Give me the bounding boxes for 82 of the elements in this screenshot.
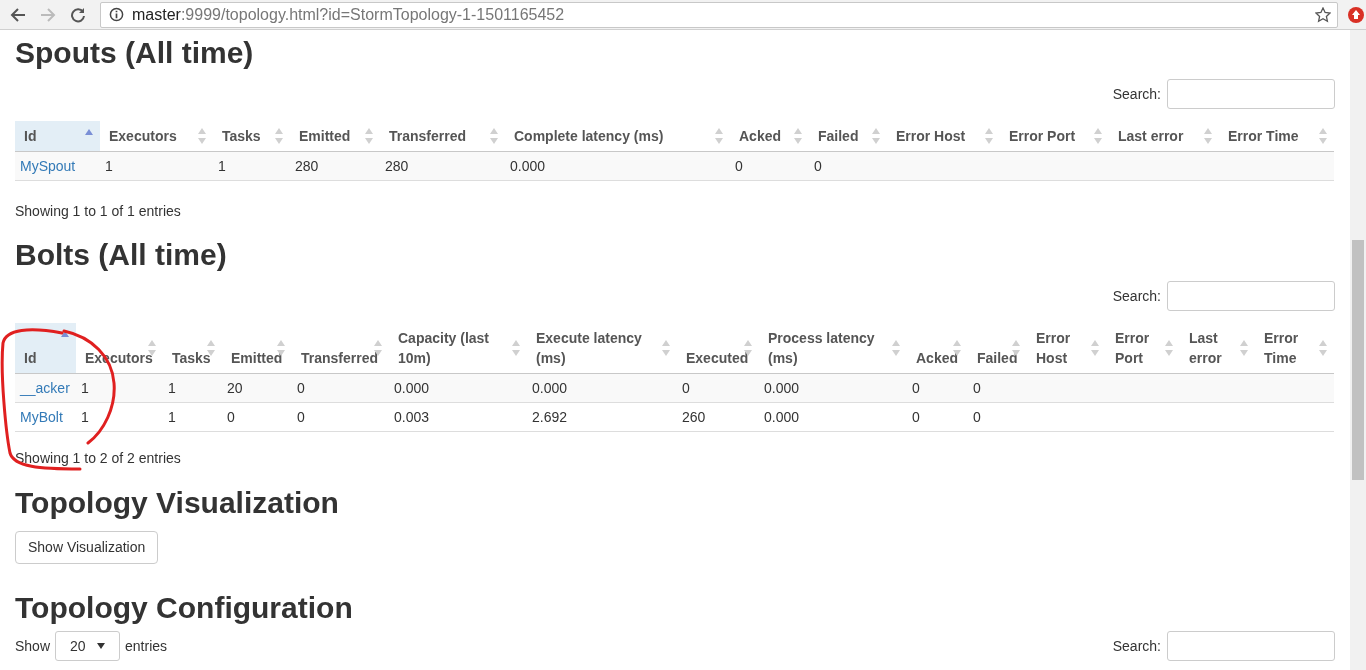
- table-cell: 260: [677, 402, 759, 432]
- table-cell: 20: [222, 373, 292, 403]
- table-cell: 280: [290, 151, 380, 181]
- entries-label: entries: [125, 636, 168, 656]
- address-bar[interactable]: master:9999/topology.html?id=StormTopology-1-1501165452: [100, 1, 1338, 28]
- column-header[interactable]: Process latency (ms): [759, 323, 907, 374]
- column-header[interactable]: Error Host: [1027, 323, 1106, 374]
- table-cell: 0.000: [505, 151, 730, 181]
- forward-icon[interactable]: [40, 6, 56, 23]
- caret-icon: [97, 643, 106, 649]
- table-cell: 2.692: [527, 402, 677, 432]
- section-heading: Topology Visualization: [15, 485, 340, 521]
- column-header[interactable]: Error Time: [1219, 121, 1334, 152]
- column-header[interactable]: Transferred: [380, 121, 505, 152]
- column-header[interactable]: Last error: [1109, 121, 1219, 152]
- show-visualization-button[interactable]: Show Visualization: [15, 531, 159, 564]
- column-header[interactable]: Error Host: [887, 121, 1000, 152]
- id-link[interactable]: __acker: [20, 379, 70, 396]
- section-heading: Spouts (All time): [15, 35, 255, 71]
- table-cell: 0.003: [389, 402, 527, 432]
- table-cell: 280: [380, 151, 505, 181]
- table-cell: 0: [222, 402, 292, 432]
- table-cell: 0: [907, 402, 968, 432]
- table-info: Showing 1 to 2 of 2 entries: [15, 449, 182, 468]
- column-header[interactable]: Capacity (last 10m): [389, 323, 527, 374]
- search-field[interactable]: [1167, 281, 1335, 311]
- table-info: Showing 1 to 1 of 1 entries: [15, 202, 182, 221]
- table-cell: 0: [677, 373, 759, 403]
- column-header[interactable]: Error Time: [1255, 323, 1334, 374]
- info-icon: [109, 7, 124, 22]
- table-cell: 0: [292, 373, 389, 403]
- reload-icon[interactable]: [70, 6, 86, 23]
- column-header[interactable]: Tasks: [213, 121, 290, 152]
- table-cell: 0.000: [759, 402, 907, 432]
- section-heading: Bolts (All time): [15, 237, 228, 273]
- column-header[interactable]: Id: [15, 121, 100, 152]
- column-header[interactable]: Execute latency (ms): [527, 323, 677, 374]
- show-label: Show: [15, 636, 51, 656]
- column-header[interactable]: Tasks: [163, 323, 222, 374]
- search-field[interactable]: [1167, 631, 1335, 661]
- column-header[interactable]: Acked: [907, 323, 968, 374]
- column-header[interactable]: Executed: [677, 323, 759, 374]
- table-cell: 1: [100, 151, 213, 181]
- table-cell: 1: [213, 151, 290, 181]
- column-header[interactable]: Transferred: [292, 323, 389, 374]
- id-link[interactable]: MySpout: [20, 157, 76, 174]
- column-header[interactable]: Id: [15, 323, 76, 374]
- table-cell: 0: [968, 373, 1027, 403]
- column-header[interactable]: Emitted: [290, 121, 380, 152]
- url-text: master:9999/topology.html?id=StormTopology-1-1501165452: [132, 4, 565, 25]
- id-link[interactable]: MyBolt: [20, 408, 63, 425]
- table-cell: 1: [76, 402, 163, 432]
- column-header[interactable]: Emitted: [222, 323, 292, 374]
- table-cell: 0.000: [389, 373, 527, 403]
- column-header[interactable]: Error Port: [1106, 323, 1180, 374]
- back-icon[interactable]: [10, 6, 26, 23]
- column-header[interactable]: Failed: [968, 323, 1027, 374]
- table-cell: 1: [163, 402, 222, 432]
- table-cell: 0: [730, 151, 809, 181]
- search-label: Search:: [1112, 84, 1161, 104]
- extension-icon[interactable]: [1348, 6, 1364, 23]
- search-label: Search:: [1112, 286, 1161, 306]
- search-label: Search:: [1112, 636, 1161, 656]
- page-size-select[interactable]: 20: [55, 631, 121, 661]
- table-cell: 0.000: [527, 373, 677, 403]
- column-header[interactable]: Acked: [730, 121, 809, 152]
- table-cell: 0.000: [759, 373, 907, 403]
- star-icon[interactable]: [1315, 6, 1331, 23]
- section-heading: Topology Configuration: [15, 590, 354, 626]
- table-cell: 0: [809, 151, 887, 181]
- table-cell: 0: [968, 402, 1027, 432]
- table-cell: 1: [76, 373, 163, 403]
- column-header[interactable]: Executors: [100, 121, 213, 152]
- table-cell: 0: [292, 402, 389, 432]
- column-header[interactable]: Complete latency (ms): [505, 121, 730, 152]
- search-field[interactable]: [1167, 79, 1335, 109]
- table-cell: 1: [163, 373, 222, 403]
- scrollbar[interactable]: [1350, 30, 1366, 670]
- table-cell: 0: [907, 373, 968, 403]
- column-header[interactable]: Error Port: [1000, 121, 1109, 152]
- column-header[interactable]: Last error: [1180, 323, 1255, 374]
- column-header[interactable]: Failed: [809, 121, 887, 152]
